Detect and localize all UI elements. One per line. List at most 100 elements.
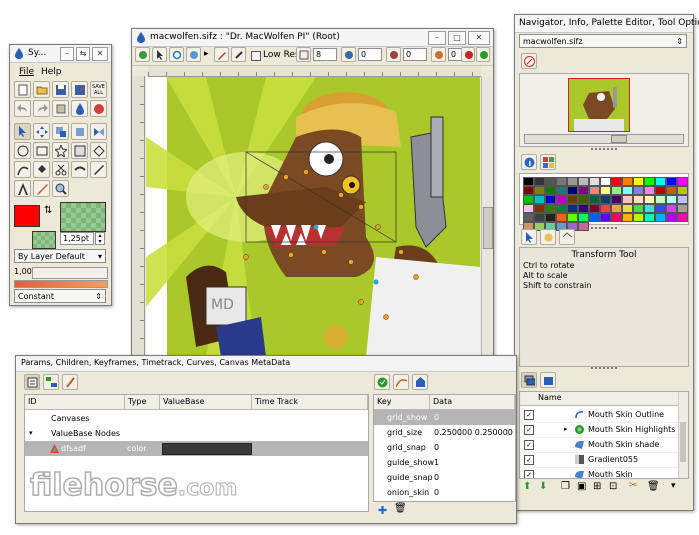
palette-swatch[interactable] [677, 177, 688, 186]
palette-swatch[interactable] [633, 177, 644, 186]
menu-file[interactable]: File [19, 67, 34, 77]
quality-field[interactable]: 8 [313, 48, 337, 61]
palette-swatch[interactable] [677, 195, 688, 204]
stop-icon[interactable] [461, 47, 475, 62]
column-type[interactable]: Type [125, 395, 160, 409]
palette-swatch[interactable] [589, 177, 600, 186]
column-id[interactable]: ID [25, 395, 125, 409]
palette-swatch[interactable] [677, 213, 688, 222]
pointer-icon[interactable] [152, 47, 167, 62]
palette-swatch[interactable] [578, 177, 589, 186]
close-button[interactable]: ✕ [92, 47, 108, 61]
add-metadata-icon[interactable]: ✚ [378, 504, 387, 517]
palette-swatch[interactable] [556, 177, 567, 186]
library-tab-icon[interactable] [540, 372, 556, 388]
palette-swatch[interactable] [611, 204, 622, 213]
width-stepper[interactable]: ▴ ▾ [95, 232, 105, 245]
future-keyframes-field[interactable]: 0 [403, 48, 427, 61]
palette-swatch[interactable] [545, 204, 556, 213]
onion-past-icon[interactable] [341, 47, 356, 62]
palette-swatch[interactable] [600, 186, 611, 195]
past-keyframes-field[interactable]: 0 [358, 48, 382, 61]
layers-tab-icon[interactable] [521, 372, 537, 388]
palette-swatch[interactable] [611, 195, 622, 204]
palette-swatch[interactable] [567, 177, 578, 186]
palette-swatch[interactable] [578, 204, 589, 213]
palette-swatch[interactable] [589, 195, 600, 204]
palette-swatch[interactable] [677, 186, 688, 195]
metadata-tab-icon[interactable] [374, 374, 390, 390]
layers-scroll-thumb[interactable] [680, 422, 686, 462]
palette-swatch[interactable] [644, 213, 655, 222]
lower-layer-icon[interactable]: ⬇ [539, 481, 547, 492]
tool-options-tab-icon[interactable] [521, 229, 537, 245]
scale-tool-icon[interactable] [52, 123, 69, 140]
children-tab-icon[interactable] [43, 374, 59, 390]
palette-swatch[interactable] [567, 213, 578, 222]
splitter-handle[interactable] [591, 227, 617, 232]
onion-skin-icon[interactable] [431, 47, 446, 62]
select-all-icon[interactable]: ⊡ [609, 481, 617, 492]
minimize-button[interactable]: – [60, 47, 74, 61]
smooth-move-tool-icon[interactable] [33, 123, 50, 140]
gradient-tool-icon[interactable] [71, 142, 88, 159]
palette-swatch[interactable] [567, 204, 578, 213]
layer-visibility-checkbox[interactable]: ✓ [524, 410, 534, 420]
cut-layer-icon[interactable]: ✂ [629, 480, 637, 491]
draw-tool-icon[interactable] [33, 180, 50, 197]
palette-swatch[interactable] [545, 186, 556, 195]
render-preview-icon[interactable] [231, 47, 246, 62]
palette-swatch[interactable] [534, 204, 545, 213]
layer-row[interactable]: ✓ ▸ Mouth Skin Highlights [520, 422, 678, 438]
metadata-row[interactable]: grid_show 0 [374, 410, 515, 425]
duplicate-layer-icon[interactable]: ❐ [561, 481, 570, 492]
layer-visibility-checkbox[interactable]: ✓ [524, 470, 534, 478]
column-time-track[interactable]: Time Track [252, 395, 368, 409]
layer-visibility-checkbox[interactable]: ✓ [524, 425, 534, 435]
palette-swatch[interactable] [523, 213, 534, 222]
width-field[interactable]: 1,25pt [60, 232, 94, 245]
palette-swatch[interactable] [523, 177, 534, 186]
onion-future-icon[interactable] [386, 47, 401, 62]
layers-scrollbar[interactable] [678, 392, 688, 478]
zoom-tool-icon[interactable] [52, 180, 69, 197]
palette-swatch[interactable] [567, 186, 578, 195]
cutout-tool-icon[interactable] [52, 161, 69, 178]
palette-swatch[interactable] [523, 186, 534, 195]
metadata-row[interactable]: guide_show 1 [374, 455, 515, 470]
column-data[interactable]: Data [430, 395, 515, 409]
zoom-grid-icon[interactable] [296, 47, 311, 62]
palette-swatch[interactable] [534, 195, 545, 204]
polygon-tool-icon[interactable] [90, 142, 107, 159]
encapsulate-icon[interactable]: ▣ [577, 481, 586, 492]
palette-swatch[interactable] [622, 186, 633, 195]
palette-swatch[interactable] [589, 204, 600, 213]
table-row[interactable]: Canvases [25, 411, 368, 426]
table-row[interactable]: dfsadf color [25, 441, 368, 456]
quit-icon[interactable] [90, 100, 107, 117]
expander-icon[interactable]: ▾ [29, 426, 33, 441]
low-res-checkbox[interactable] [251, 51, 261, 61]
params-tab-icon[interactable] [540, 229, 556, 245]
palette-swatch[interactable] [556, 186, 567, 195]
keyframes-tab-icon[interactable] [62, 374, 78, 390]
palette-swatch[interactable] [589, 213, 600, 222]
palette-swatch[interactable] [578, 186, 589, 195]
undo-icon[interactable] [14, 100, 31, 117]
palette-swatch[interactable] [534, 213, 545, 222]
maximize-button[interactable]: □ [448, 31, 466, 45]
column-key[interactable]: Key [374, 395, 430, 409]
palette-swatch[interactable] [655, 213, 666, 222]
minimize-button[interactable]: – [428, 31, 446, 45]
canvas-select[interactable]: macwolfen.sifz ⇕ [519, 34, 687, 48]
navigator-tab-icon[interactable] [521, 53, 537, 69]
layer-visibility-checkbox[interactable]: ✓ [524, 440, 534, 450]
interpolation-select[interactable]: Constant ⇕ [14, 289, 106, 303]
zoom-slider[interactable] [524, 134, 684, 144]
palette-swatch[interactable] [666, 186, 677, 195]
palette-swatch[interactable] [622, 213, 633, 222]
delete-layer-icon[interactable]: 🗑 [647, 481, 660, 492]
refresh-icon[interactable] [169, 47, 184, 62]
draw-icon[interactable] [214, 47, 229, 62]
palette-swatch[interactable] [666, 195, 677, 204]
